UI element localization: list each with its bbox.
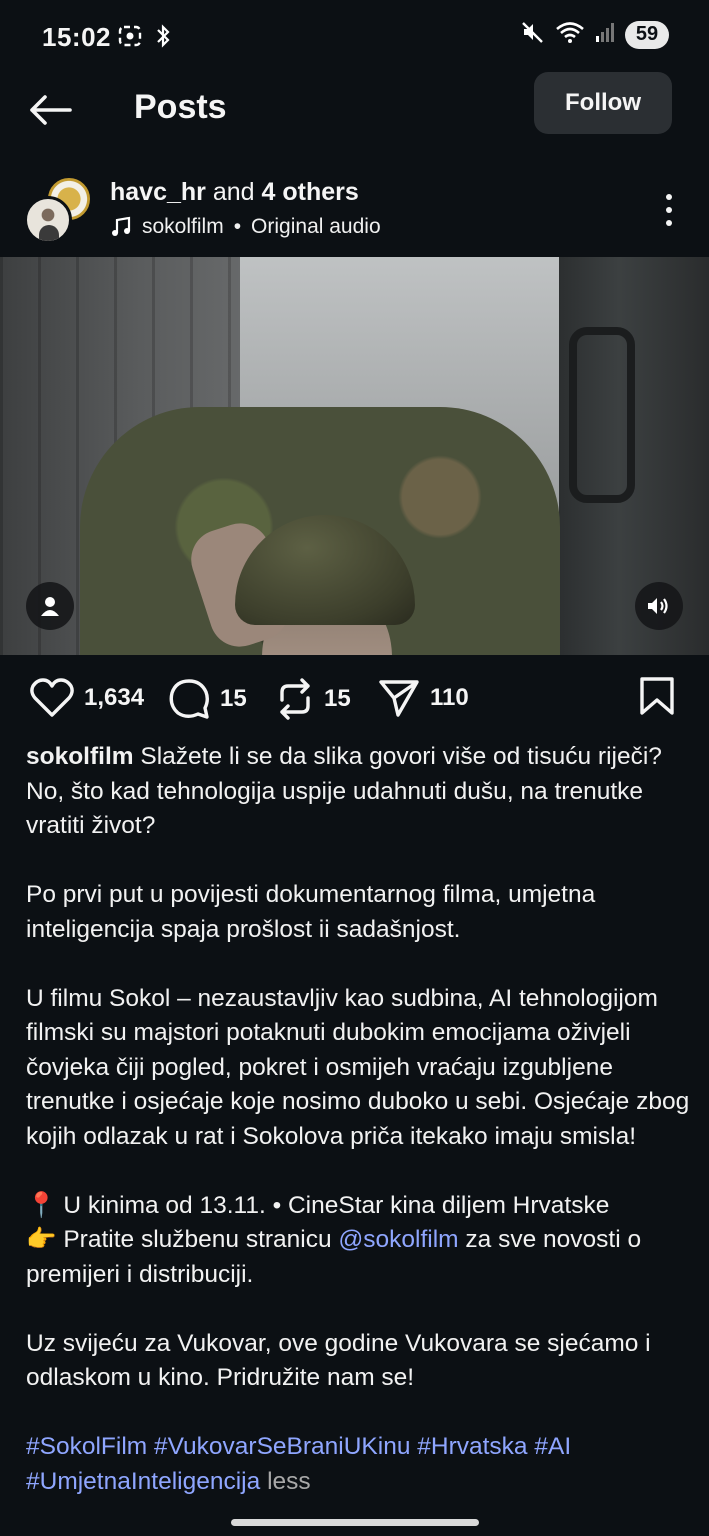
comment-count: 15 [220, 685, 247, 712]
mute-icon [521, 20, 545, 49]
caption-gap [26, 844, 696, 879]
page-title: Posts [134, 88, 227, 126]
post-actions: 1,634 15 15 110 [0, 668, 709, 732]
pin-emoji: 📍 [26, 1191, 57, 1219]
cinema-text: U kinima od 13.11. • CineStar kina dilje… [63, 1191, 610, 1219]
pointing-hand-emoji: 👉 [26, 1226, 57, 1253]
audio-label: Original audio [251, 215, 381, 238]
caption-paragraph-5: Uz svijeću za Vukovar, ove godine Vukova… [26, 1329, 651, 1392]
comment-icon [169, 679, 209, 719]
screen: 15:02 59 Posts Follow havc_hr and 4 othe… [0, 0, 709, 1536]
mention-link[interactable]: @sokolfilm [338, 1226, 458, 1253]
music-note-icon [112, 216, 131, 236]
collab-others[interactable]: 4 others [262, 178, 359, 206]
arrow-left-icon [30, 95, 72, 125]
battery-indicator: 59 [625, 20, 669, 49]
repost-icon [280, 678, 310, 720]
share-button[interactable]: 110 [378, 678, 469, 718]
caption-hashtags-line: #SokolFilm #VukovarSeBraniUKinu #Hrvatsk… [26, 1430, 696, 1499]
caption-paragraph-3: U filmu Sokol – nezaustavljiv kao sudbin… [26, 984, 690, 1150]
caption-gap [26, 1154, 696, 1189]
caption-paragraph-1: sokolfilm Slažete li se da slika govori … [26, 740, 696, 844]
author-username[interactable]: havc_hr [110, 178, 206, 206]
video-background-truck [559, 257, 709, 655]
post-header: havc_hr and 4 others sokolfilm • Original … [0, 170, 709, 250]
caption-username[interactable]: sokolfilm [26, 743, 134, 770]
status-left-icons [118, 24, 170, 53]
caption-gap [26, 1396, 696, 1431]
send-icon [379, 680, 419, 717]
signal-icon [595, 21, 615, 48]
tagged-people-button[interactable] [26, 582, 74, 630]
caption-gap [26, 1292, 696, 1327]
status-time: 15:02 [42, 22, 111, 52]
less-button[interactable]: less [267, 1468, 311, 1495]
author-avatar[interactable] [24, 196, 72, 244]
like-button[interactable]: 1,634 [30, 678, 144, 718]
volume-icon [648, 598, 668, 614]
post-caption: sokolfilm Slažete li se da slika govori … [26, 740, 696, 1499]
more-options-button[interactable] [657, 190, 681, 230]
share-count: 110 [430, 684, 469, 711]
caption-follow-line: 👉 Pratite službenu stranicu @sokolfilm z… [26, 1223, 696, 1292]
more-dot-icon [666, 220, 672, 226]
caption-gap [26, 947, 696, 982]
like-count: 1,634 [84, 684, 145, 711]
audio-owner: sokolfilm [142, 215, 224, 238]
screen-record-icon [118, 25, 142, 52]
back-button[interactable] [28, 90, 76, 130]
author-and: and [212, 178, 255, 206]
caption-cinema-line: 📍 U kinima od 13.11. • CineStar kina dil… [26, 1189, 696, 1224]
status-bar: 15:02 59 [0, 0, 709, 74]
comment-button[interactable]: 15 [168, 678, 247, 720]
more-dot-icon [666, 194, 672, 200]
repost-count: 15 [324, 685, 351, 712]
caption-paragraph-2: Po prvi put u povijesti dokumentarnog fi… [26, 881, 596, 943]
top-bar: Posts Follow [0, 72, 709, 150]
heart-icon [30, 678, 74, 717]
home-indicator[interactable] [231, 1519, 479, 1526]
bluetooth-icon [156, 24, 170, 53]
post-author-line[interactable]: havc_hr and 4 others [110, 178, 359, 207]
repost-button[interactable]: 15 [276, 678, 351, 720]
save-button[interactable] [639, 676, 675, 721]
status-right-icons: 59 [521, 20, 669, 49]
more-dot-icon [666, 207, 672, 213]
person-icon [41, 597, 59, 616]
post-video[interactable] [0, 257, 709, 655]
audio-separator: • [233, 215, 242, 238]
sound-toggle-button[interactable] [635, 582, 683, 630]
audio-link[interactable]: sokolfilm • Original audio [110, 215, 381, 239]
follow-text-before: Pratite službenu stranicu [63, 1226, 332, 1253]
follow-button[interactable]: Follow [534, 72, 672, 134]
bookmark-icon [640, 677, 674, 715]
wifi-icon [555, 20, 585, 49]
